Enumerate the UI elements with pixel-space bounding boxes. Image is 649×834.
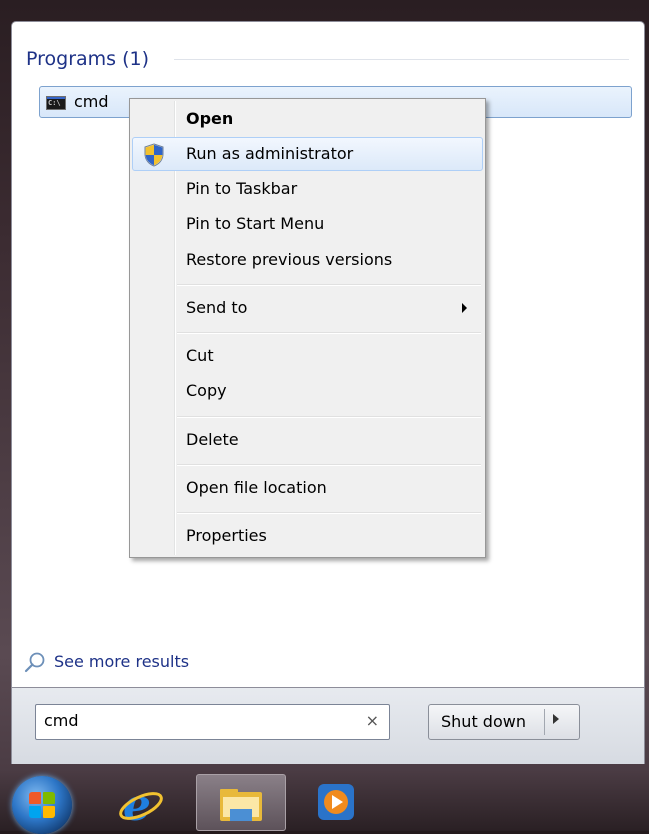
search-box[interactable]: ×: [35, 704, 390, 740]
menu-item-delete[interactable]: Delete: [132, 423, 483, 457]
menu-item-label: Pin to Taskbar: [186, 179, 298, 198]
internet-explorer-icon[interactable]: e: [117, 780, 165, 828]
menu-item-send-to[interactable]: Send to: [132, 291, 483, 325]
menu-item-pin-to-start-menu[interactable]: Pin to Start Menu: [132, 207, 483, 241]
windows-media-player-icon[interactable]: [316, 782, 356, 822]
menu-item-label: Send to: [186, 298, 248, 317]
menu-item-label: Delete: [186, 430, 239, 449]
menu-item-cut[interactable]: Cut: [132, 339, 483, 373]
windows-explorer-icon: [220, 789, 262, 821]
cmd-icon: C:\: [46, 96, 66, 110]
menu-item-open-file-location[interactable]: Open file location: [132, 471, 483, 505]
menu-item-label: Copy: [186, 381, 227, 400]
button-divider: [544, 709, 545, 735]
menu-item-restore-previous-versions[interactable]: Restore previous versions: [132, 243, 483, 277]
menu-separator: [177, 464, 481, 466]
menu-item-label: Cut: [186, 346, 214, 365]
shut-down-options-arrow-icon[interactable]: [553, 714, 559, 724]
search-result-label: cmd: [74, 92, 109, 111]
see-more-results-label: See more results: [54, 652, 190, 671]
menu-separator: [177, 512, 481, 514]
taskbar-item-explorer[interactable]: [196, 774, 286, 831]
header-divider: [174, 59, 629, 60]
menu-item-label: Restore previous versions: [186, 250, 393, 269]
menu-item-pin-to-taskbar[interactable]: Pin to Taskbar: [132, 172, 483, 206]
menu-separator: [177, 416, 481, 418]
menu-item-label: Open file location: [186, 478, 327, 497]
start-orb-icon[interactable]: [12, 776, 72, 834]
search-icon: [24, 652, 45, 673]
menu-item-label: Pin to Start Menu: [186, 214, 325, 233]
shut-down-label: Shut down: [441, 712, 526, 731]
menu-item-label: Run as administrator: [186, 144, 354, 163]
context-menu: Open Run as administrator Pin to Taskbar…: [129, 98, 486, 558]
uac-shield-icon: [144, 143, 164, 167]
menu-separator: [177, 284, 481, 286]
start-menu-bottom-bar: × Shut down: [11, 688, 645, 764]
menu-item-copy[interactable]: Copy: [132, 374, 483, 408]
menu-separator: [177, 332, 481, 334]
search-input[interactable]: [44, 711, 344, 730]
programs-header: Programs (1): [26, 48, 150, 70]
menu-item-open[interactable]: Open: [132, 102, 483, 136]
menu-item-properties[interactable]: Properties: [132, 519, 483, 553]
taskbar: e: [0, 770, 649, 834]
menu-item-label: Properties: [186, 526, 267, 545]
shut-down-button[interactable]: Shut down: [428, 704, 580, 740]
submenu-arrow-icon: [462, 303, 467, 313]
menu-item-run-as-administrator[interactable]: Run as administrator: [132, 137, 483, 171]
clear-search-icon[interactable]: ×: [366, 711, 379, 730]
menu-item-label: Open: [186, 109, 234, 128]
